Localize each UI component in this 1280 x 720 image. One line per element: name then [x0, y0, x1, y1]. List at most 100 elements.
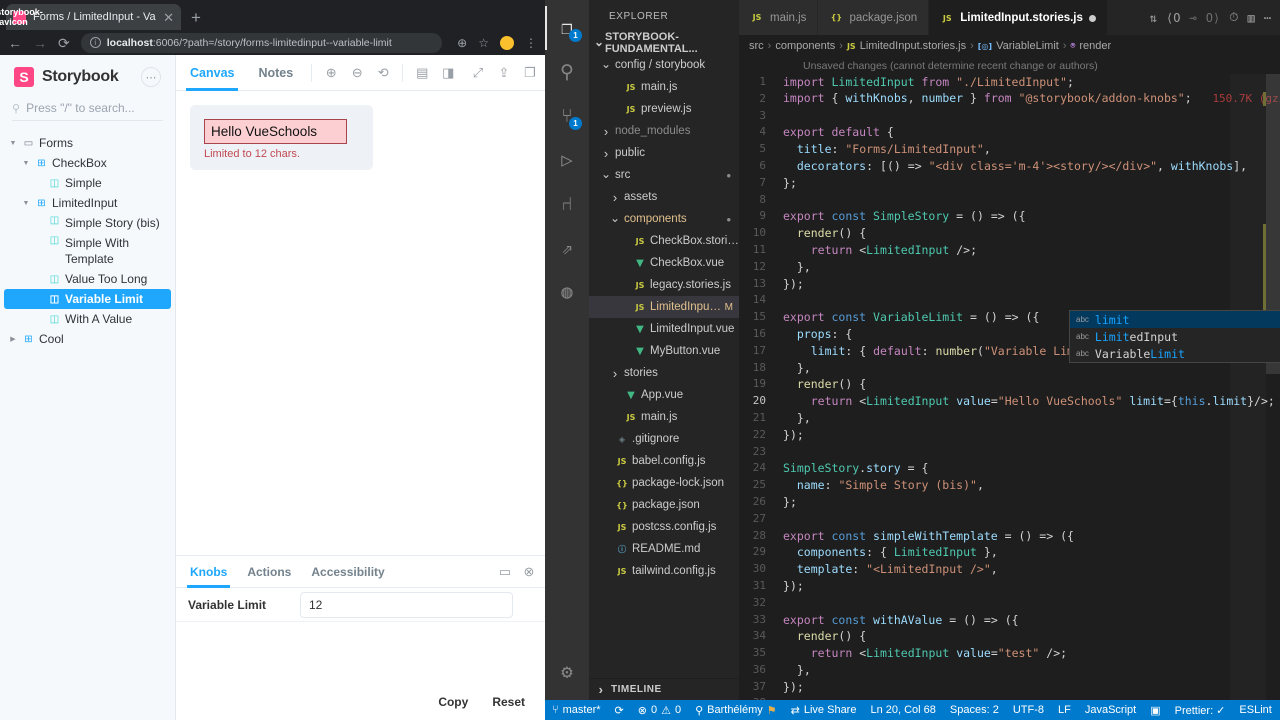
- editor-tab[interactable]: {} package.json: [818, 0, 930, 35]
- storybook-brand[interactable]: S Storybook ⋯: [0, 67, 175, 97]
- split-editor-icon[interactable]: ▥: [1248, 11, 1255, 25]
- file-tree-item[interactable]: config / storybook: [589, 54, 739, 76]
- file-tree-item[interactable]: ▼ LimitedInput.vue: [589, 318, 739, 340]
- code-line[interactable]: 38: [739, 695, 1280, 700]
- code-line[interactable]: 24 SimpleStory.story = {: [739, 460, 1280, 477]
- file-tree-item[interactable]: ◈ .gitignore: [589, 428, 739, 450]
- settings-gear-icon[interactable]: ⚙: [545, 650, 589, 694]
- forward-button[interactable]: →: [33, 36, 47, 50]
- status-problems[interactable]: ⊗ 0 ⚠ 0: [631, 700, 688, 720]
- search-icon[interactable]: ⚲: [545, 50, 589, 94]
- zoom-out-icon[interactable]: ⊖: [344, 60, 370, 86]
- code-line[interactable]: 9 export const SimpleStory = () => ({: [739, 208, 1280, 225]
- story-tree-item[interactable]: ◫ Simple: [4, 173, 171, 193]
- tab-canvas[interactable]: Canvas: [178, 55, 246, 91]
- code-line[interactable]: 30 template: "<LimitedInput />",: [739, 561, 1280, 578]
- file-tree-item[interactable]: components •: [589, 208, 739, 230]
- new-tab-button[interactable]: +: [191, 9, 201, 26]
- chevron-down-icon[interactable]: [600, 170, 612, 180]
- reload-button[interactable]: ⟳: [58, 36, 70, 50]
- code-line[interactable]: 7};: [739, 175, 1280, 192]
- chrome-menu-icon[interactable]: ⋮: [525, 36, 537, 50]
- status-cursor-position[interactable]: Ln 20, Col 68: [863, 700, 942, 720]
- code-line[interactable]: 13});: [739, 276, 1280, 293]
- dock-bottom-icon[interactable]: ▭: [493, 560, 517, 584]
- story-tree-item[interactable]: ▭ Forms: [4, 133, 171, 153]
- close-panel-icon[interactable]: ⊗: [517, 560, 541, 584]
- demo-input-field[interactable]: Hello VueSchools: [204, 119, 347, 144]
- code-editor[interactable]: 1 import LimitedInput from "./LimitedInpu…: [739, 74, 1280, 700]
- tab-accessibility[interactable]: Accessibility: [301, 556, 394, 588]
- reset-button[interactable]: Reset: [480, 690, 537, 714]
- code-line[interactable]: 19 render() {: [739, 376, 1280, 393]
- editor-tab[interactable]: JS LimitedInput.stories.js: [929, 0, 1108, 35]
- code-line[interactable]: 22});: [739, 427, 1280, 444]
- zoom-icon[interactable]: ⊕: [457, 36, 467, 50]
- story-tree-item[interactable]: ◫ Value Too Long: [4, 269, 171, 289]
- open-new-tab-icon[interactable]: ❐: [517, 60, 543, 86]
- code-line[interactable]: 14: [739, 292, 1280, 309]
- run-icon[interactable]: ⏱: [1229, 10, 1238, 25]
- status-eslint[interactable]: ESLint: [1232, 700, 1278, 720]
- live-share-icon[interactable]: ⇗: [545, 226, 589, 270]
- back-button[interactable]: ←: [8, 36, 22, 50]
- minimap[interactable]: [1230, 74, 1266, 700]
- autocomplete-item[interactable]: abc LimitedInput: [1070, 328, 1280, 345]
- status-prettier[interactable]: Prettier: ✓: [1168, 700, 1233, 720]
- code-line[interactable]: 23: [739, 444, 1280, 461]
- unsaved-indicator[interactable]: [1088, 14, 1096, 22]
- file-tree-item[interactable]: JS main.js: [589, 76, 739, 98]
- extensions-icon[interactable]: ◍: [545, 270, 589, 314]
- contrast-icon[interactable]: ◨: [435, 60, 461, 86]
- file-tree-item[interactable]: assets: [589, 186, 739, 208]
- story-tree-item[interactable]: ◫ Variable Limit: [4, 289, 171, 309]
- status-sync[interactable]: ⟳: [608, 700, 631, 720]
- code-line[interactable]: 26};: [739, 494, 1280, 511]
- file-tree-item[interactable]: JS preview.js: [589, 98, 739, 120]
- status-live-share[interactable]: ⇄ Live Share: [784, 700, 864, 720]
- editor-tab[interactable]: JS main.js: [739, 0, 819, 35]
- chevron-down-icon[interactable]: [21, 160, 31, 167]
- status-author[interactable]: ⚲ Barthélémy ⚑: [688, 700, 784, 720]
- breadcrumb-item[interactable]: VariableLimit: [996, 40, 1059, 52]
- file-tree-item[interactable]: src •: [589, 164, 739, 186]
- profile-avatar[interactable]: [500, 35, 514, 50]
- story-tree-item[interactable]: ⊞ LimitedInput: [4, 193, 171, 213]
- fullscreen-icon[interactable]: ⤢: [465, 60, 491, 86]
- chevron-right-icon[interactable]: [609, 190, 621, 205]
- file-tree-item[interactable]: stories: [589, 362, 739, 384]
- split-compare-icon[interactable]: ⇅: [1150, 11, 1157, 25]
- next-change-icon[interactable]: O⟩: [1206, 11, 1220, 25]
- file-tree-item[interactable]: JS babel.config.js: [589, 450, 739, 472]
- code-line[interactable]: 8: [739, 192, 1280, 209]
- code-line[interactable]: 36 },: [739, 662, 1280, 679]
- code-line[interactable]: 4 export default {: [739, 124, 1280, 141]
- share-icon[interactable]: ⇪: [491, 60, 517, 86]
- code-line[interactable]: 5 title: "Forms/LimitedInput",: [739, 141, 1280, 158]
- file-tree-item[interactable]: JS tailwind.config.js: [589, 560, 739, 582]
- file-tree-item[interactable]: ▼ CheckBox.vue: [589, 252, 739, 274]
- breadcrumb-item[interactable]: render: [1079, 40, 1111, 52]
- chevron-right-icon[interactable]: [600, 146, 612, 161]
- chevron-down-icon[interactable]: [593, 38, 605, 48]
- code-line[interactable]: 34 render() {: [739, 628, 1280, 645]
- story-tree-item[interactable]: ◫ Simple With Template: [4, 233, 171, 269]
- file-tree-item[interactable]: JS CheckBox.stories.js: [589, 230, 739, 252]
- editor-scrollbar[interactable]: [1266, 74, 1280, 700]
- status-branch[interactable]: ⑂ master*: [545, 700, 608, 720]
- file-tree-item[interactable]: ▼ App.vue: [589, 384, 739, 406]
- code-line[interactable]: 32: [739, 595, 1280, 612]
- file-tree-item[interactable]: ▼ MyButton.vue: [589, 340, 739, 362]
- code-line[interactable]: 2 import { withKnobs, number } from "@sto…: [739, 91, 1280, 108]
- code-line[interactable]: 11 return <LimitedInput />;: [739, 242, 1280, 259]
- code-line[interactable]: 28 export const simpleWithTemplate = () =…: [739, 528, 1280, 545]
- copy-button[interactable]: Copy: [426, 690, 480, 714]
- timeline-section[interactable]: TIMELINE: [589, 678, 739, 700]
- code-content[interactable]: 1 import LimitedInput from "./LimitedInpu…: [739, 74, 1280, 700]
- story-tree-item[interactable]: ⊞ Cool: [4, 329, 171, 349]
- address-bar[interactable]: i localhost:6006/?path=/story/forms-limi…: [80, 32, 443, 53]
- search-input[interactable]: ⚲ Press "/" to search...: [12, 101, 163, 121]
- chevron-right-icon[interactable]: [609, 366, 621, 381]
- code-line[interactable]: 3: [739, 108, 1280, 125]
- file-tree-item[interactable]: public: [589, 142, 739, 164]
